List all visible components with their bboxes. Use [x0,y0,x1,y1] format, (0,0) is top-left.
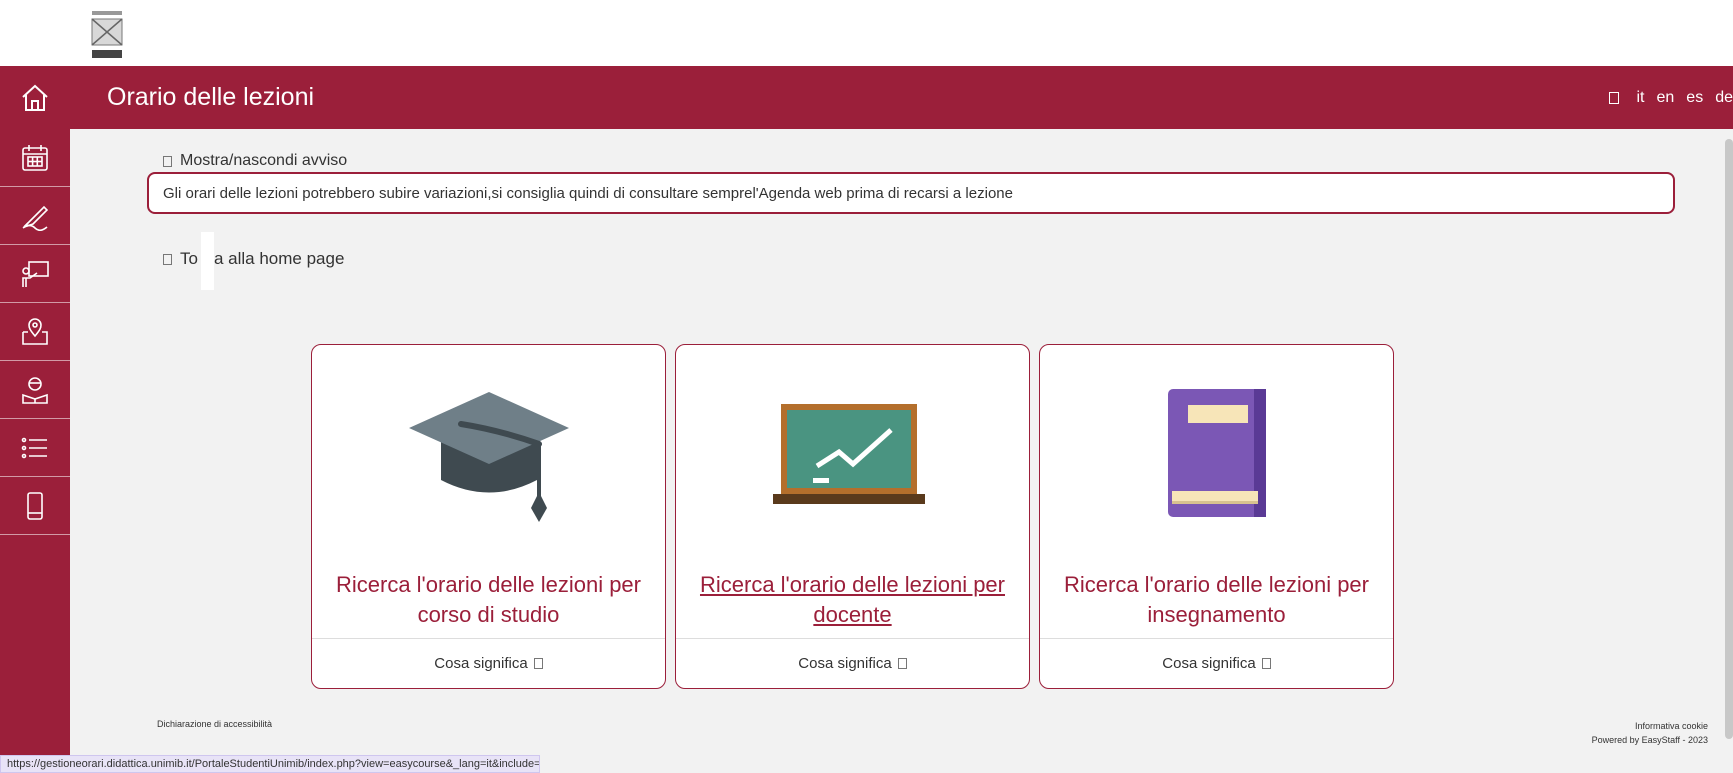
globe-icon [1608,91,1619,104]
sidebar-item-list[interactable] [0,419,70,477]
powered-by: Powered by EasyStaff - 2023 [1591,735,1708,745]
card-subject[interactable]: Ricerca l'orario delle lezioni per inseg… [1039,344,1394,689]
footer-right: Informativa cookie Powered by EasyStaff … [1592,719,1708,747]
main-content: Mostra/nascondi avviso Gli orari delle l… [70,129,1733,773]
lang-en[interactable]: en [1657,89,1675,107]
map-pin-icon [22,317,48,345]
chalkboard-icon [772,404,925,504]
teacher-board-icon [22,260,49,287]
back-link-prefix: To [180,249,198,268]
sidebar-item-student[interactable] [0,361,70,419]
sidebar-item-teacher[interactable] [0,245,70,303]
pen-paper-icon [22,205,49,231]
accessibility-link[interactable]: Dichiarazione di accessibilità [157,719,272,729]
lang-it[interactable]: it [1637,89,1645,107]
card-subject-footer[interactable]: Cosa significa [1040,638,1393,688]
app-header: Orario delle lezioni it en es de [0,66,1733,129]
card-teacher[interactable]: Ricerca l'orario delle lezioni per docen… [675,344,1030,689]
notice-toggle-label: Mostra/nascondi avviso [180,152,348,169]
card-course-title: Ricerca l'orario delle lezioni per corso… [335,572,641,627]
card-course-footer-label: Cosa significa [434,655,528,672]
calendar-icon [22,144,48,171]
lang-de[interactable]: de [1715,89,1733,107]
home-button[interactable] [0,66,70,129]
info-icon [533,658,543,669]
overlay-block [201,232,214,290]
card-teacher-title: Ricerca l'orario delle lezioni per docen… [699,572,1005,627]
sidebar-item-mobile[interactable] [0,477,70,535]
scrollbar[interactable] [1725,139,1733,739]
cookie-link[interactable]: Informativa cookie [1592,719,1708,733]
page-title: Orario delle lezioni [107,83,315,111]
card-teacher-footer-label: Cosa significa [798,655,892,672]
student-reading-icon [22,376,48,404]
card-teacher-footer[interactable]: Cosa significa [676,638,1029,688]
status-bar-url: https://gestioneorari.didattica.unimib.i… [0,755,540,773]
book-icon [1167,389,1266,517]
card-subject-footer-label: Cosa significa [1162,655,1256,672]
list-icon [21,437,47,458]
sidebar-item-calendar[interactable] [0,129,70,187]
notice-text: Gli orari delle lezioni potrebbero subir… [163,184,1013,202]
notice-box: Gli orari delle lezioni potrebbero subir… [147,172,1675,214]
info-icon [1261,658,1271,669]
smartphone-icon [27,491,43,520]
sidebar-item-rooms[interactable] [0,303,70,361]
info-icon [897,658,907,669]
bicocca-logo [89,8,125,60]
book-art [1040,345,1393,565]
home-icon [22,84,48,111]
graduation-cap-icon [408,392,569,522]
back-home-link[interactable]: To a alla home page [163,249,344,269]
notice-toggle[interactable]: Mostra/nascondi avviso [163,152,347,170]
chalkboard-art [676,345,1029,565]
card-subject-title: Ricerca l'orario delle lezioni per inseg… [1063,572,1369,627]
top-strip [0,0,1733,66]
language-switcher: it en es de [1608,66,1733,129]
sidebar-item-exams[interactable] [0,187,70,245]
graduation-cap-art [312,345,665,565]
back-link-suffix: a alla home page [213,249,345,268]
toggle-icon [163,155,172,167]
card-course[interactable]: Ricerca l'orario delle lezioni per corso… [311,344,666,689]
sidebar [0,129,70,773]
card-course-footer[interactable]: Cosa significa [312,638,665,688]
back-icon [163,253,172,265]
lang-es[interactable]: es [1686,89,1703,107]
